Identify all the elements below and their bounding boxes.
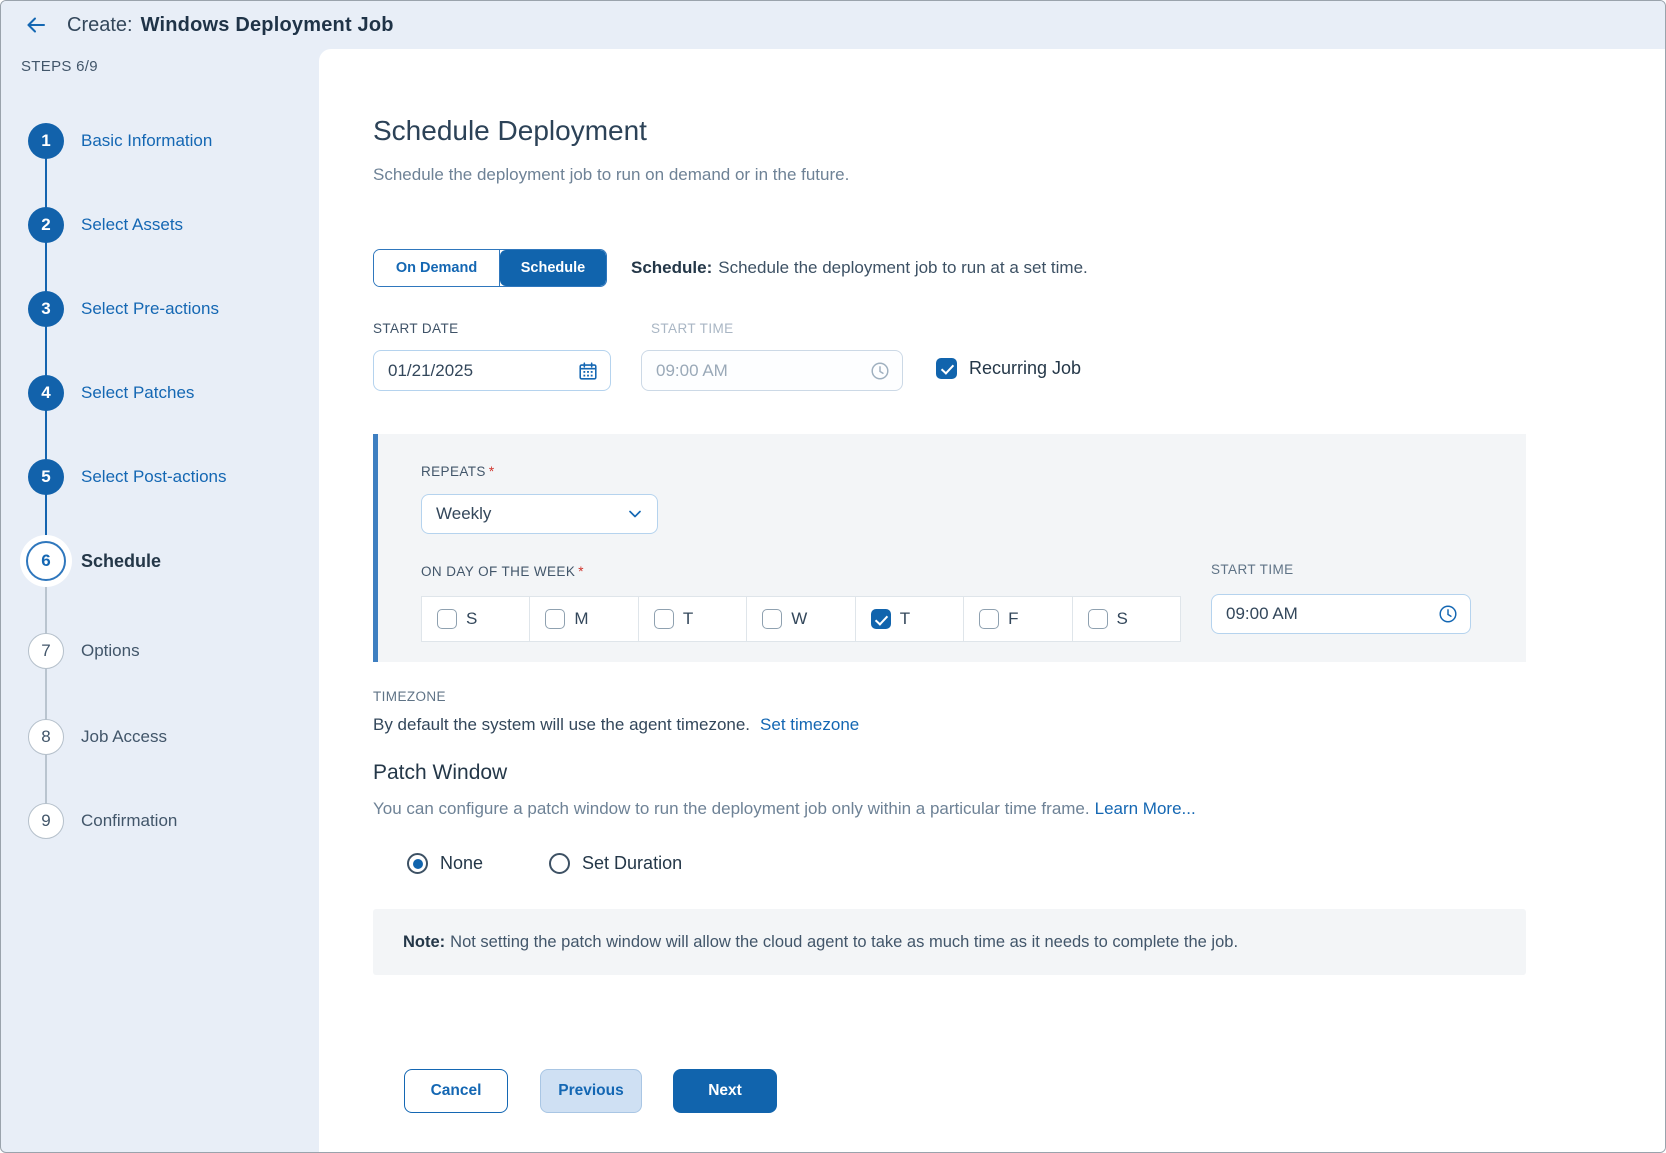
step-label: Select Post-actions	[81, 467, 227, 487]
repeats-select[interactable]: Weekly	[421, 494, 658, 534]
day-cell-sunday: S	[422, 597, 530, 641]
learn-more-link[interactable]: Learn More...	[1095, 799, 1196, 818]
day-checkbox-saturday[interactable]	[1088, 609, 1108, 629]
step-number: 2	[28, 207, 64, 243]
patch-window-title: Patch Window	[373, 761, 507, 785]
step-label: Options	[81, 641, 140, 661]
step-number: 4	[28, 375, 64, 411]
step-label: Select Pre-actions	[81, 299, 219, 319]
chevron-down-icon	[625, 504, 645, 524]
mode-hint-text: Schedule the deployment job to run at a …	[718, 258, 1088, 277]
recurrence-start-time-input[interactable]	[1211, 594, 1471, 634]
day-letter: M	[574, 609, 588, 629]
day-letter: F	[1008, 609, 1018, 629]
day-cell-tuesday: T	[639, 597, 747, 641]
day-letter: S	[1117, 609, 1128, 629]
day-checkbox-sunday[interactable]	[437, 609, 457, 629]
mode-hint-label: Schedule:	[631, 258, 712, 277]
day-of-week-label: ON DAY OF THE WEEK*	[421, 564, 584, 579]
back-arrow-icon[interactable]	[23, 12, 49, 38]
day-checkbox-friday[interactable]	[979, 609, 999, 629]
note-box: Note: Not setting the patch window will a…	[373, 909, 1526, 975]
day-cell-saturday: S	[1073, 597, 1180, 641]
step-label: Job Access	[81, 727, 167, 747]
patch-window-options: None Set Duration	[407, 853, 682, 874]
step-number: 7	[28, 633, 64, 669]
required-asterisk: *	[489, 464, 495, 479]
set-timezone-link[interactable]: Set timezone	[760, 715, 859, 734]
day-cell-thursday: T	[856, 597, 964, 641]
recurring-job-checkbox[interactable]	[936, 358, 957, 379]
set-duration-radio[interactable]	[549, 853, 570, 874]
step-label: Select Assets	[81, 215, 183, 235]
start-date-input[interactable]	[373, 350, 611, 391]
page-title-prefix: Create:	[67, 14, 133, 36]
main-content: Schedule Deployment Schedule the deploym…	[319, 49, 1665, 1152]
day-letter: T	[683, 609, 693, 629]
step-label: Confirmation	[81, 811, 177, 831]
note-text: Not setting the patch window will allow …	[450, 933, 1238, 952]
run-mode-toggle: On Demand Schedule	[373, 249, 607, 287]
required-asterisk: *	[578, 564, 584, 579]
stepper-connector-upcoming	[45, 561, 47, 821]
step-number: 3	[28, 291, 64, 327]
on-demand-toggle-button[interactable]: On Demand	[374, 250, 500, 286]
cancel-button[interactable]: Cancel	[404, 1069, 508, 1113]
next-button[interactable]: Next	[673, 1069, 777, 1113]
day-checkbox-thursday[interactable]	[871, 609, 891, 629]
recurring-job-label: Recurring Job	[969, 358, 1081, 379]
timezone-label: TIMEZONE	[373, 689, 446, 704]
page-title-job-name: Windows Deployment Job	[141, 14, 394, 36]
step-number: 5	[28, 459, 64, 495]
timezone-text: By default the system will use the agent…	[373, 715, 859, 735]
step-number: 1	[28, 123, 64, 159]
create-deployment-job-window: Create:Windows Deployment Job STEPS 6/9 …	[0, 0, 1666, 1153]
patch-window-description: You can configure a patch window to run …	[373, 799, 1196, 819]
repeats-selected-value: Weekly	[436, 504, 491, 524]
start-date-label: START DATE	[373, 321, 459, 336]
top-bar: Create: Windows Deployment Job	[1, 1, 1665, 49]
day-cell-wednesday: W	[747, 597, 855, 641]
start-time-input	[641, 350, 903, 391]
day-checkbox-monday[interactable]	[545, 609, 565, 629]
day-of-week-row: S M T W T	[421, 596, 1181, 642]
section-title: Schedule Deployment	[373, 115, 647, 147]
none-radio-label: None	[440, 853, 483, 874]
start-time-label: START TIME	[651, 321, 734, 336]
day-letter: W	[791, 609, 807, 629]
repeats-label: REPEATS*	[421, 464, 494, 479]
day-checkbox-tuesday[interactable]	[654, 609, 674, 629]
step-number: 9	[28, 803, 64, 839]
day-checkbox-wednesday[interactable]	[762, 609, 782, 629]
step-label: Select Patches	[81, 383, 194, 403]
day-letter: T	[900, 609, 910, 629]
note-label: Note:	[403, 933, 445, 952]
steps-progress-label: STEPS 6/9	[21, 58, 98, 75]
section-subtitle: Schedule the deployment job to run on de…	[373, 165, 849, 185]
previous-button[interactable]: Previous	[540, 1069, 642, 1113]
day-cell-friday: F	[964, 597, 1072, 641]
step-label: Basic Information	[81, 131, 212, 151]
step-number: 8	[28, 719, 64, 755]
recurrence-panel: REPEATS* Weekly ON DAY OF THE WEEK* S M	[373, 434, 1526, 662]
step-label: Schedule	[81, 551, 161, 572]
none-radio[interactable]	[407, 853, 428, 874]
mode-hint: Schedule: Schedule the deployment job to …	[631, 258, 1088, 278]
recurrence-start-time-label: START TIME	[1211, 562, 1294, 577]
set-duration-radio-label: Set Duration	[582, 853, 682, 874]
day-letter: S	[466, 609, 477, 629]
step-number: 6	[26, 541, 66, 581]
stepper-connector-completed	[45, 141, 47, 561]
page-title: Create: Windows Deployment Job	[67, 14, 394, 37]
patch-window-option-none[interactable]: None	[407, 853, 483, 874]
schedule-toggle-button[interactable]: Schedule	[500, 250, 606, 286]
day-cell-monday: M	[530, 597, 638, 641]
patch-window-option-set-duration[interactable]: Set Duration	[549, 853, 682, 874]
